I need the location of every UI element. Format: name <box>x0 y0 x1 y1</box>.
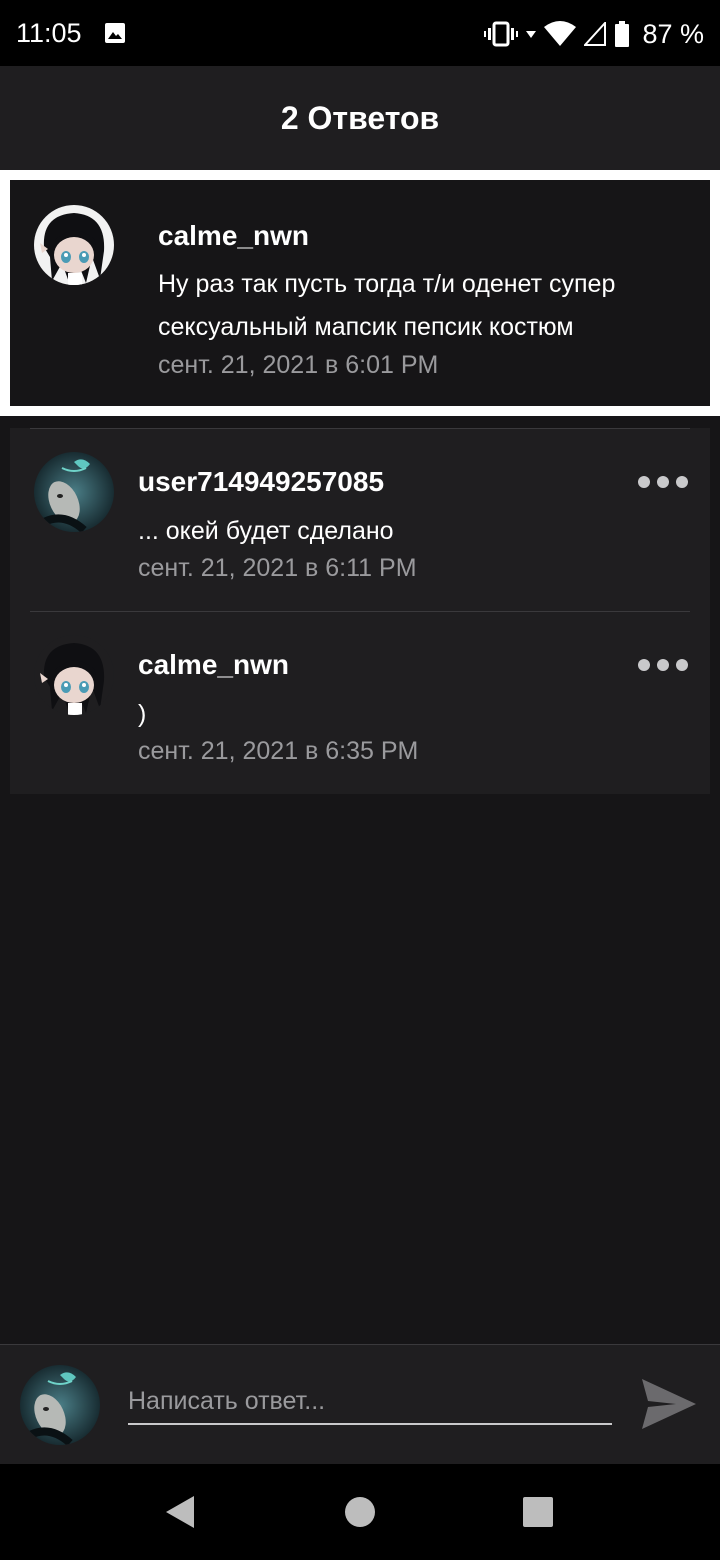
recents-button[interactable] <box>520 1494 556 1530</box>
more-dot-icon <box>676 659 688 671</box>
recents-icon <box>523 1497 553 1527</box>
replies-list: user714949257085 ... окей будет сделано … <box>10 428 710 794</box>
reply-username[interactable]: user714949257085 <box>138 466 384 498</box>
reply-item[interactable]: user714949257085 ... окей будет сделано … <box>10 428 710 611</box>
page-title: 2 Ответов <box>280 99 440 136</box>
send-button[interactable] <box>640 1377 698 1431</box>
more-options-button[interactable] <box>638 472 688 492</box>
send-icon <box>642 1379 696 1429</box>
status-icons: 87 % <box>484 17 704 51</box>
parent-comment[interactable]: calme_nwn Ну раз так пусть тогда т/и оде… <box>10 180 710 406</box>
more-dot-icon <box>657 659 669 671</box>
wifi-icon <box>544 21 577 47</box>
navigation-bar <box>0 1464 720 1560</box>
comment-username[interactable]: calme_nwn <box>158 220 309 252</box>
avatar <box>20 1365 100 1445</box>
more-options-button[interactable] <box>638 655 688 675</box>
home-icon <box>345 1497 375 1527</box>
comment-text-line-1: Ну раз так пусть тогда т/и оденет супер <box>158 270 616 298</box>
vibrate-icon <box>484 21 519 47</box>
reply-composer <box>0 1344 720 1464</box>
home-button[interactable] <box>342 1494 378 1530</box>
more-dot-icon <box>657 476 669 488</box>
parent-comment-highlight: calme_nwn Ну раз так пусть тогда т/и оде… <box>0 170 720 416</box>
status-time: 11:05 <box>16 18 82 48</box>
reply-item[interactable]: calme_nwn ) сент. 21, 2021 в 6:35 PM <box>10 611 710 794</box>
reply-text: ... окей будет сделано <box>138 517 394 545</box>
data-arrow-icon <box>526 29 537 39</box>
battery-percent: 87 % <box>642 18 704 49</box>
status-bar: 11:05 87 % <box>0 0 720 66</box>
avatar[interactable] <box>34 635 114 715</box>
more-dot-icon <box>638 659 650 671</box>
reply-text: ) <box>138 700 147 728</box>
more-dot-icon <box>676 476 688 488</box>
comment-text-line-2: сексуальный мапсик пепсик костюм <box>158 313 574 341</box>
comment-timestamp: сент. 21, 2021 в 6:01 PM <box>158 351 439 379</box>
avatar[interactable] <box>34 452 114 532</box>
header: 2 Ответов <box>0 66 720 170</box>
reply-timestamp: сент. 21, 2021 в 6:11 PM <box>138 554 417 582</box>
back-icon <box>166 1496 194 1528</box>
signal-icon <box>584 22 607 46</box>
avatar[interactable] <box>34 205 114 285</box>
battery-icon <box>614 21 630 47</box>
image-icon <box>104 22 126 44</box>
reply-timestamp: сент. 21, 2021 в 6:35 PM <box>138 737 419 765</box>
back-button[interactable] <box>162 1494 198 1530</box>
reply-input[interactable] <box>128 1379 612 1425</box>
reply-username[interactable]: calme_nwn <box>138 649 289 681</box>
more-dot-icon <box>638 476 650 488</box>
